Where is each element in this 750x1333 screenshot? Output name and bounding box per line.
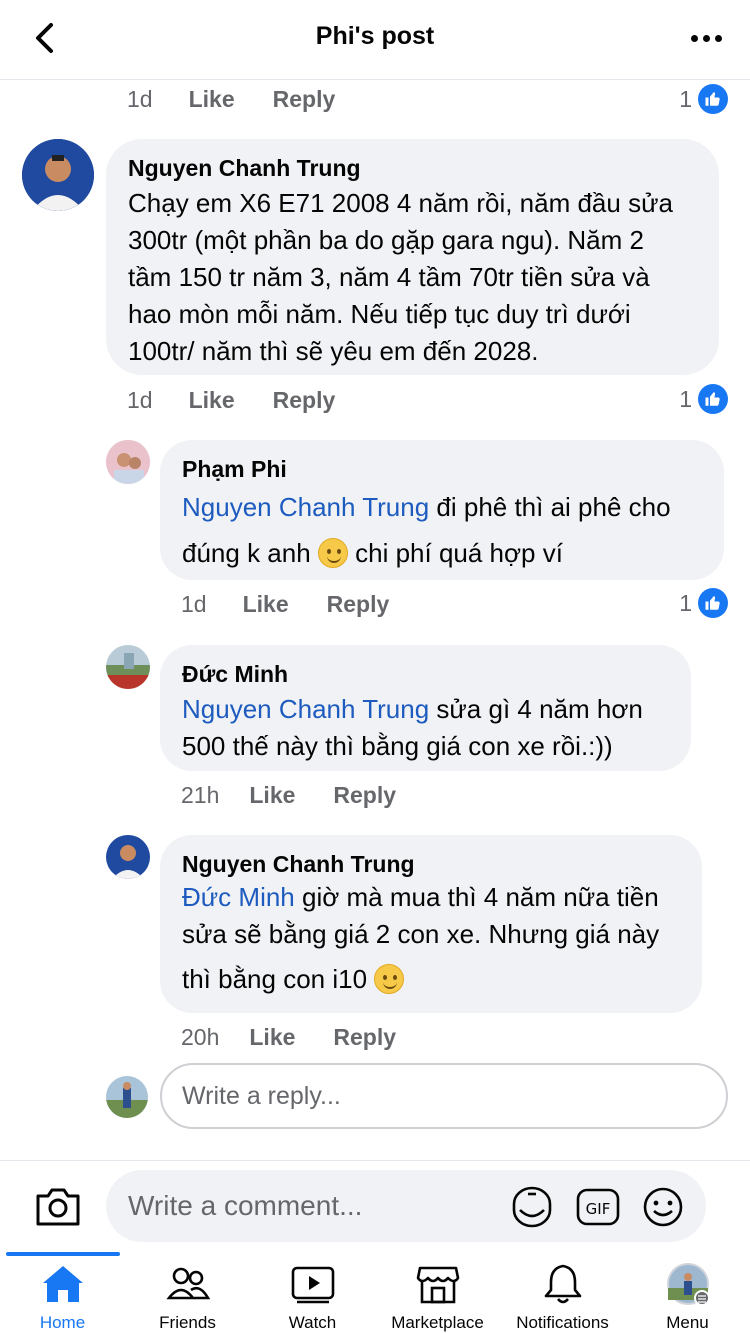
like-button[interactable]: Like bbox=[249, 1024, 295, 1051]
comment-line: thì bằng con i10 bbox=[182, 961, 680, 998]
nav-label: Home bbox=[39, 1313, 86, 1332]
comment-line: Đức Minh giờ mà mua thì 4 năm nữa tiền bbox=[182, 882, 659, 912]
comment-line: Chạy em X6 E71 2008 4 năm rồi, năm đầu s… bbox=[128, 188, 673, 218]
thumbs-up-icon bbox=[698, 384, 728, 414]
comment-line: 500 thế này thì bằng giá con xe rồi.:)) bbox=[182, 731, 613, 761]
marketplace-icon bbox=[416, 1266, 459, 1304]
emoji-button[interactable] bbox=[641, 1186, 685, 1228]
thumbs-up-icon bbox=[698, 84, 728, 114]
nav-notifications[interactable]: Notifications bbox=[500, 1258, 625, 1333]
comment-meta: 1d Like Reply bbox=[127, 380, 335, 420]
comment-line: 100tr/ năm thì sẽ yêu em đến 2028. bbox=[128, 336, 539, 366]
nav-home[interactable]: Home bbox=[0, 1258, 125, 1333]
comment-meta: 20h Like Reply bbox=[181, 1017, 396, 1057]
nav-label: Notifications bbox=[516, 1313, 609, 1332]
nav-friends[interactable]: Friends bbox=[125, 1258, 250, 1333]
nav-menu[interactable]: Menu bbox=[625, 1258, 750, 1333]
reply-button[interactable]: Reply bbox=[273, 387, 336, 414]
mention-link[interactable]: Đức Minh bbox=[182, 882, 295, 912]
camera-icon bbox=[36, 1188, 80, 1226]
comment-bubble[interactable]: Đức Minh Nguyen Chanh Trung sửa gì 4 năm… bbox=[160, 645, 691, 771]
comment-line: sửa sẽ bằng giá 2 con xe. Nhưng giá này bbox=[182, 919, 660, 949]
reaction-count[interactable]: 1 bbox=[679, 583, 728, 623]
sticker-button[interactable] bbox=[510, 1186, 554, 1228]
menu-icon bbox=[666, 1263, 710, 1306]
mention-link[interactable]: Nguyen Chanh Trung bbox=[182, 694, 429, 724]
nav-label: Marketplace bbox=[391, 1313, 484, 1332]
smiley-icon bbox=[643, 1187, 683, 1227]
avatar[interactable] bbox=[22, 139, 94, 211]
watch-icon bbox=[291, 1266, 334, 1304]
comment-author[interactable]: Phạm Phi bbox=[182, 454, 702, 484]
mention-link[interactable]: Nguyen Chanh Trung bbox=[182, 492, 429, 522]
slight-smile-emoji-icon bbox=[374, 964, 405, 994]
avatar[interactable] bbox=[106, 440, 150, 484]
comment-time: 21h bbox=[181, 781, 220, 808]
gif-icon: GIF bbox=[576, 1188, 620, 1226]
more-options-button[interactable] bbox=[684, 20, 728, 56]
avatar[interactable] bbox=[106, 835, 150, 879]
comment-meta: 21h Like Reply bbox=[181, 775, 396, 815]
nav-label: Menu bbox=[666, 1313, 709, 1332]
thumbs-up-icon bbox=[698, 588, 728, 618]
comment-author[interactable]: Đức Minh bbox=[182, 659, 669, 689]
comment-line: 300tr (một phần ba do gặp gara ngu). Năm… bbox=[128, 225, 644, 255]
comment-bubble[interactable]: Nguyen Chanh Trung Chạy em X6 E71 2008 4… bbox=[106, 139, 719, 375]
avatar bbox=[106, 1076, 148, 1118]
reaction-count[interactable]: 1 bbox=[679, 79, 728, 119]
comment-line: Nguyen Chanh Trung sửa gì 4 năm hơn bbox=[182, 694, 643, 724]
reply-button[interactable]: Reply bbox=[327, 591, 390, 618]
friends-icon bbox=[165, 1267, 210, 1300]
like-button[interactable]: Like bbox=[243, 591, 289, 618]
reply-button[interactable]: Reply bbox=[333, 782, 396, 809]
comment-text: Nguyen Chanh Trung sửa gì 4 năm hơn 500 … bbox=[182, 691, 669, 765]
nav-label: Watch bbox=[288, 1313, 337, 1332]
svg-text:GIF: GIF bbox=[586, 1200, 611, 1218]
comment-author[interactable]: Nguyen Chanh Trung bbox=[128, 153, 697, 183]
reply-button[interactable]: Reply bbox=[333, 1024, 396, 1051]
comment-bubble[interactable]: Nguyen Chanh Trung Đức Minh giờ mà mua t… bbox=[160, 835, 702, 1013]
comment-line: Nguyen Chanh Trung đi phê thì ai phê cho bbox=[182, 492, 671, 522]
nav-watch[interactable]: Watch bbox=[250, 1258, 375, 1333]
like-button[interactable]: Like bbox=[189, 387, 235, 414]
comment-author[interactable]: Nguyen Chanh Trung bbox=[182, 849, 680, 879]
comment-meta: 1d Like Reply bbox=[181, 584, 389, 624]
active-tab-indicator bbox=[6, 1252, 120, 1256]
reply-input[interactable]: Write a reply... bbox=[160, 1063, 728, 1129]
reply-button[interactable]: Reply bbox=[273, 86, 336, 113]
comment-line: đúng k anh chi phí quá hợp ví bbox=[182, 538, 563, 568]
avatar[interactable] bbox=[106, 645, 150, 689]
comment-time: 1d bbox=[127, 85, 153, 112]
comment-meta-previous: 1d Like Reply bbox=[127, 79, 335, 119]
comment-text: Nguyen Chanh Trung đi phê thì ai phê cho… bbox=[182, 484, 702, 576]
comment-time: 20h bbox=[181, 1023, 220, 1050]
comment-line: tầm 150 tr năm 3, năm 4 tầm 70tr tiền sử… bbox=[128, 262, 650, 292]
page-title: Phi's post bbox=[315, 22, 435, 50]
camera-button[interactable] bbox=[34, 1184, 82, 1228]
sticker-icon bbox=[512, 1186, 552, 1228]
comment-time: 1d bbox=[127, 386, 153, 413]
home-icon bbox=[42, 1266, 83, 1302]
nav-label: Friends bbox=[159, 1313, 216, 1332]
like-button[interactable]: Like bbox=[249, 782, 295, 809]
like-button[interactable]: Like bbox=[189, 86, 235, 113]
comment-bubble[interactable]: Phạm Phi Nguyen Chanh Trung đi phê thì a… bbox=[160, 440, 724, 580]
gif-button[interactable]: GIF bbox=[576, 1186, 620, 1228]
reaction-count[interactable]: 1 bbox=[679, 379, 728, 419]
comment-text: Chạy em X6 E71 2008 4 năm rồi, năm đầu s… bbox=[128, 185, 697, 370]
comment-line: hao mòn mỗi năm. Nếu tiếp tục duy trì dư… bbox=[128, 299, 631, 329]
top-bar: Phi's post bbox=[0, 0, 750, 80]
nav-marketplace[interactable]: Marketplace bbox=[375, 1258, 500, 1333]
comment-text: Đức Minh giờ mà mua thì 4 năm nữa tiền s… bbox=[182, 879, 680, 998]
slight-smile-emoji-icon bbox=[317, 538, 348, 568]
comment-time: 1d bbox=[181, 590, 207, 617]
bell-icon bbox=[544, 1264, 581, 1304]
